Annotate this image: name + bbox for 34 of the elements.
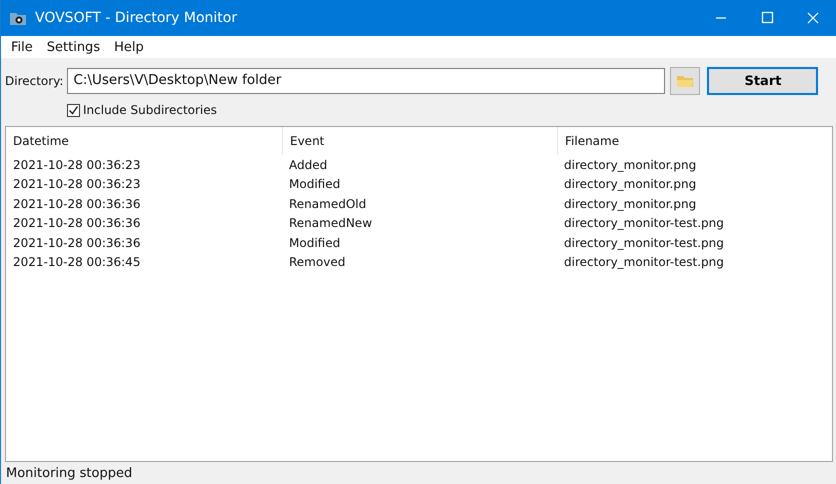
menu-item[interactable]: Help <box>107 40 151 54</box>
table-cell-text: directory_monitor-test.png <box>563 255 724 270</box>
column-header[interactable]: Datetime <box>6 127 282 155</box>
start-button[interactable]: Start <box>707 67 818 95</box>
table-cell-text: 2021-10-28 00:36:36 <box>12 236 142 250</box>
table-cell-text: RenamedOld <box>288 196 368 211</box>
folder-icon <box>676 74 694 88</box>
column-header[interactable]: Filename <box>557 127 620 155</box>
directory-label: Directory: <box>5 74 64 88</box>
table-cell-text: directory_monitor.png <box>563 177 696 192</box>
camera-folder-icon <box>9 10 27 26</box>
table-cell-text: 2021-10-28 00:36:36 <box>12 196 142 211</box>
menu-item[interactable]: Settings <box>40 40 108 54</box>
table-cell-text: 2021-10-28 00:36:45 <box>12 255 142 270</box>
table-cell-text: directory_monitor.png <box>563 158 696 172</box>
checkbox[interactable] <box>67 104 80 116</box>
window-title: VOVSOFT - Directory Monitor <box>35 10 238 26</box>
table-cell-text: Modified <box>288 236 342 250</box>
table-cell-text: 2021-10-28 00:36:23 <box>12 158 142 172</box>
table-cell-text: directory_monitor-test.png <box>563 216 724 230</box>
table-cell-text: Modified <box>288 177 342 192</box>
table-cell-text: directory_monitor-test.png <box>563 236 724 250</box>
status-text: Monitoring stopped <box>6 466 132 480</box>
checkbox-label: Include Subdirectories <box>83 103 217 117</box>
browse-button[interactable] <box>670 67 700 95</box>
menu-item[interactable]: File <box>4 40 40 54</box>
column-header[interactable]: Event <box>282 127 557 155</box>
table-cell-text: 2021-10-28 00:36:23 <box>12 177 142 192</box>
directory-field[interactable]: C:\Users\V\Desktop\New folder <box>67 68 666 94</box>
table-cell-text: directory_monitor.png <box>563 196 696 211</box>
table-cell-text: 2021-10-28 00:36:36 <box>12 216 142 230</box>
table-cell-text: Added <box>288 158 328 172</box>
table-cell-text: RenamedNew <box>288 216 374 230</box>
table-cell-text: Removed <box>288 255 346 270</box>
